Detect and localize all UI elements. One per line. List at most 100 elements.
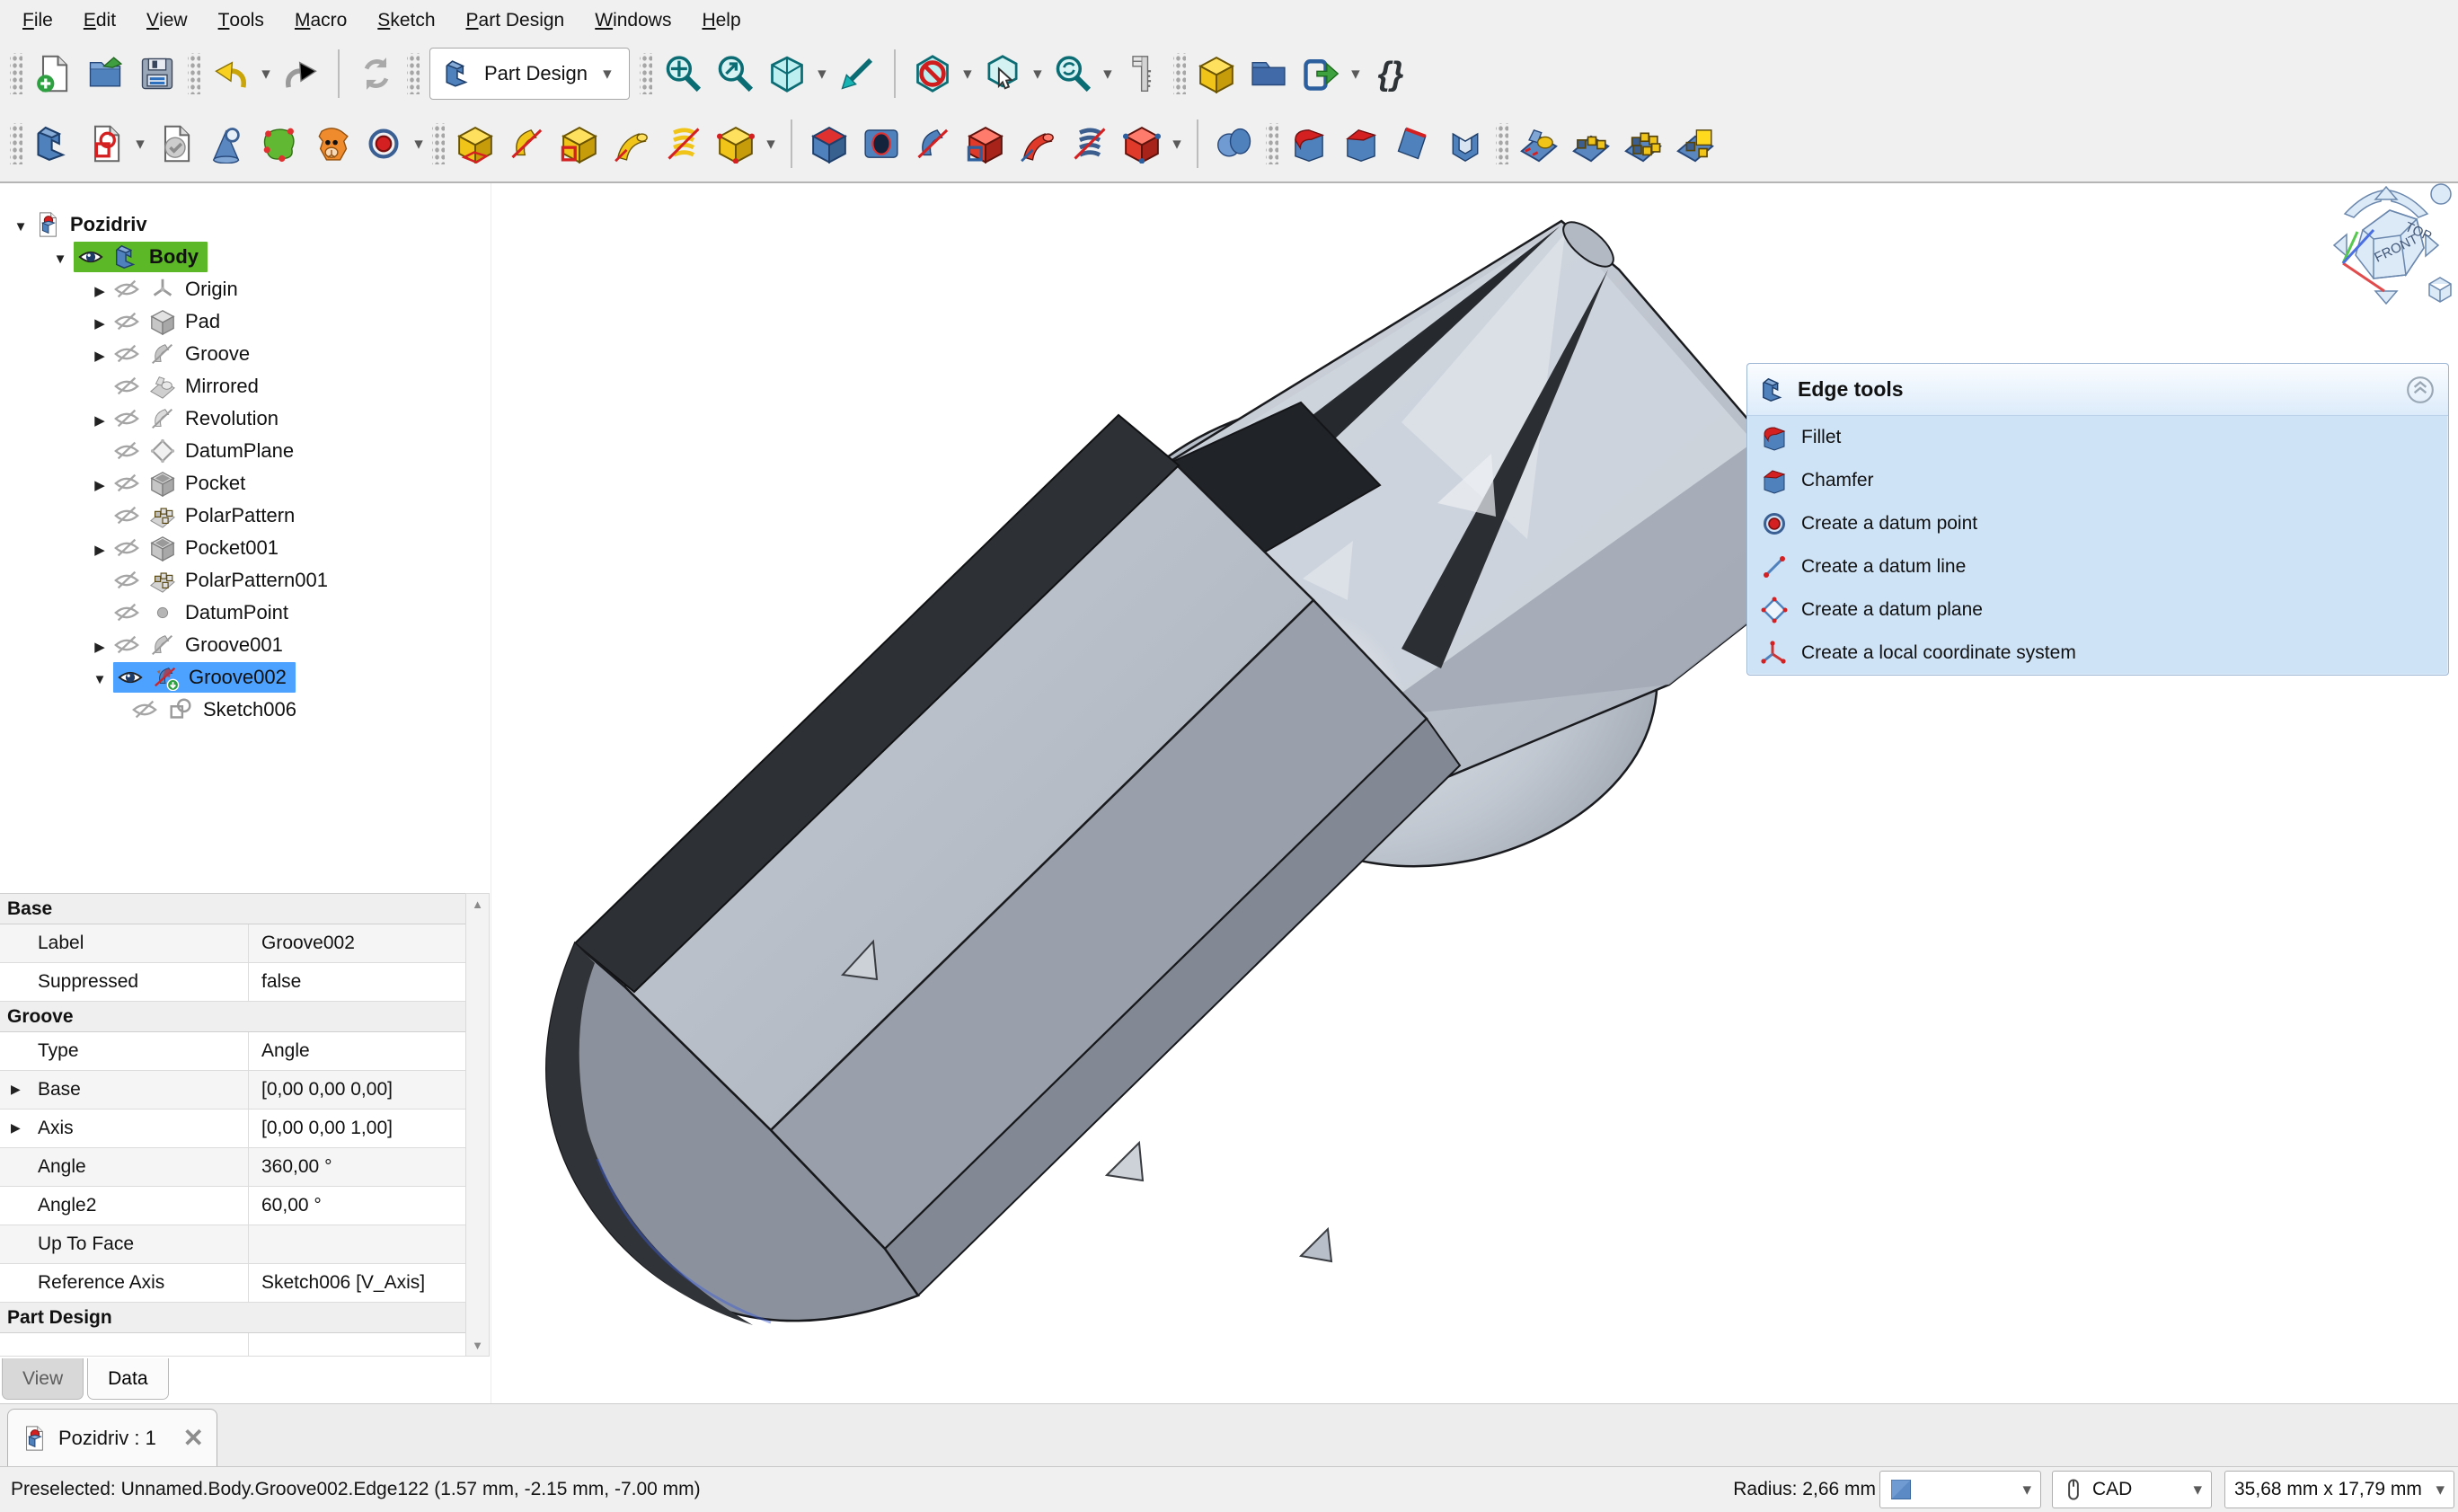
visibility-off-icon[interactable] [113,276,144,303]
tree-row-groove001[interactable]: Groove001 [0,629,283,661]
create-sketch-button[interactable] [79,118,131,170]
toolbar-grip[interactable] [640,53,652,94]
visibility-off-icon[interactable] [113,340,144,367]
expand-arrow-icon[interactable] [86,472,113,495]
toolbar-grip[interactable] [10,123,22,164]
groove-button[interactable] [907,118,959,170]
visibility-off-icon[interactable] [113,632,144,659]
tree-row-datumplane[interactable]: DatumPlane [0,435,294,467]
visibility-off-icon[interactable] [113,438,144,464]
additive-primitive-button[interactable] [710,118,762,170]
scroll-up-icon[interactable]: ▲ [472,897,483,911]
subtractive-primitive-button[interactable] [1116,118,1168,170]
tree-label[interactable]: Origin [185,278,238,301]
expand-arrow-icon[interactable] [7,213,34,236]
tree-row-revolution[interactable]: Revolution [0,402,279,435]
revolution-button[interactable] [501,118,553,170]
visibility-on-icon[interactable] [117,664,147,691]
property-group-part-design[interactable]: Part Design [0,1303,465,1333]
map-sketch-button[interactable] [201,118,253,170]
property-value[interactable]: [0,00 0,00 1,00] [249,1110,465,1147]
chevron-down-icon[interactable]: ▾ [131,134,149,155]
tree-label[interactable]: PolarPattern001 [185,569,328,592]
edge-tools-header[interactable]: Edge tools [1747,364,2448,416]
visibility-off-icon[interactable] [113,373,144,400]
toolbar-grip[interactable] [407,53,420,94]
tree-label[interactable]: Mirrored [185,375,259,398]
expand-arrow-icon[interactable] [47,245,74,269]
rotate-view-button[interactable] [831,48,883,100]
multitransform-button[interactable] [1669,118,1721,170]
tree-label[interactable]: Revolution [185,407,279,430]
property-value[interactable]: Groove002 [249,924,465,962]
chevron-down-icon[interactable]: ▾ [959,64,977,84]
property-group-base[interactable]: Base [0,894,465,924]
tree-label[interactable]: Groove001 [185,633,283,657]
collapse-panel-icon[interactable] [2405,375,2436,405]
toolbar-grip[interactable] [432,123,445,164]
document-tab[interactable]: Pozidriv : 1 ✕ [7,1409,217,1467]
subshapebinder-button[interactable] [305,118,358,170]
expand-arrow-icon[interactable]: ▶ [11,1120,21,1136]
visibility-off-icon[interactable] [113,470,144,497]
save-button[interactable] [131,48,183,100]
refresh-button[interactable] [350,48,402,100]
validate-sketch-button[interactable] [149,118,201,170]
tree-row-groove[interactable]: Groove [0,338,250,370]
subtractive-pipe-button[interactable] [1012,118,1064,170]
chevron-down-icon[interactable]: ▾ [1099,64,1117,84]
visibility-off-icon[interactable] [113,502,144,529]
selection-view-button[interactable] [977,48,1029,100]
expand-arrow-icon[interactable] [86,536,113,560]
toolbar-grip[interactable] [1173,53,1186,94]
pad-button[interactable] [449,118,501,170]
expand-arrow-icon[interactable]: ▶ [11,1082,21,1097]
new-document-button[interactable] [27,48,79,100]
visibility-on-icon[interactable] [77,243,108,270]
tree-label[interactable]: Pozidriv [70,213,147,236]
tree-label[interactable]: DatumPoint [185,601,288,624]
close-icon[interactable]: ✕ [183,1426,204,1451]
tree-label[interactable]: Sketch006 [203,698,296,721]
axonometric-view-button[interactable] [761,48,813,100]
draft-button[interactable] [1387,118,1439,170]
property-group-groove[interactable]: Groove [0,1002,465,1032]
workbench-selector[interactable]: Part Design▾ [429,48,630,100]
chevron-down-icon[interactable]: ▾ [1168,134,1186,155]
boolean-operation-button[interactable] [1209,118,1261,170]
hole-button[interactable] [855,118,907,170]
edge-tool-fillet[interactable]: Fillet [1747,416,2448,459]
edge-tool-datum-plane[interactable]: Create a datum plane [1747,588,2448,632]
create-part-button[interactable] [1190,48,1242,100]
property-value[interactable]: Angle [249,1032,465,1070]
tree-label[interactable]: DatumPlane [185,439,294,463]
property-value[interactable]: Sketch006 [V_Axis] [249,1264,465,1302]
visibility-off-icon[interactable] [131,696,162,723]
menu-sketch[interactable]: Sketch [362,0,450,41]
menu-help[interactable]: Help [686,0,756,41]
tree-row-body[interactable]: Body [0,241,208,273]
expand-arrow-icon[interactable] [86,633,113,657]
redo-button[interactable] [275,48,327,100]
toolbar-grip[interactable] [188,53,200,94]
fit-selection-button[interactable] [709,48,761,100]
tree-row-datumpoint[interactable]: DatumPoint [0,597,288,629]
datum-tools-button[interactable] [358,118,410,170]
property-value[interactable]: false [249,963,465,1001]
linear-pattern-button[interactable] [1565,118,1617,170]
tree-row-pocket[interactable]: Pocket [0,467,245,500]
property-scrollbar[interactable]: ▲▼ [465,893,490,1357]
chevron-down-icon[interactable]: ▾ [1347,64,1365,84]
tree-row-sketch006[interactable]: Sketch006 [0,694,296,726]
zoom-tools-button[interactable] [1047,48,1099,100]
pocket-button[interactable] [803,118,855,170]
scroll-down-icon[interactable]: ▼ [472,1339,483,1352]
measure-button[interactable] [1117,48,1169,100]
tree-row-pocket001[interactable]: Pocket001 [0,532,279,564]
visibility-off-icon[interactable] [113,535,144,561]
edge-tool-local-cs[interactable]: Create a local coordinate system [1747,632,2448,675]
menu-tools[interactable]: Tools [203,0,279,41]
draw-style-button[interactable] [906,48,959,100]
tree-label[interactable]: Pocket [185,472,245,495]
expand-arrow-icon[interactable] [86,666,113,689]
